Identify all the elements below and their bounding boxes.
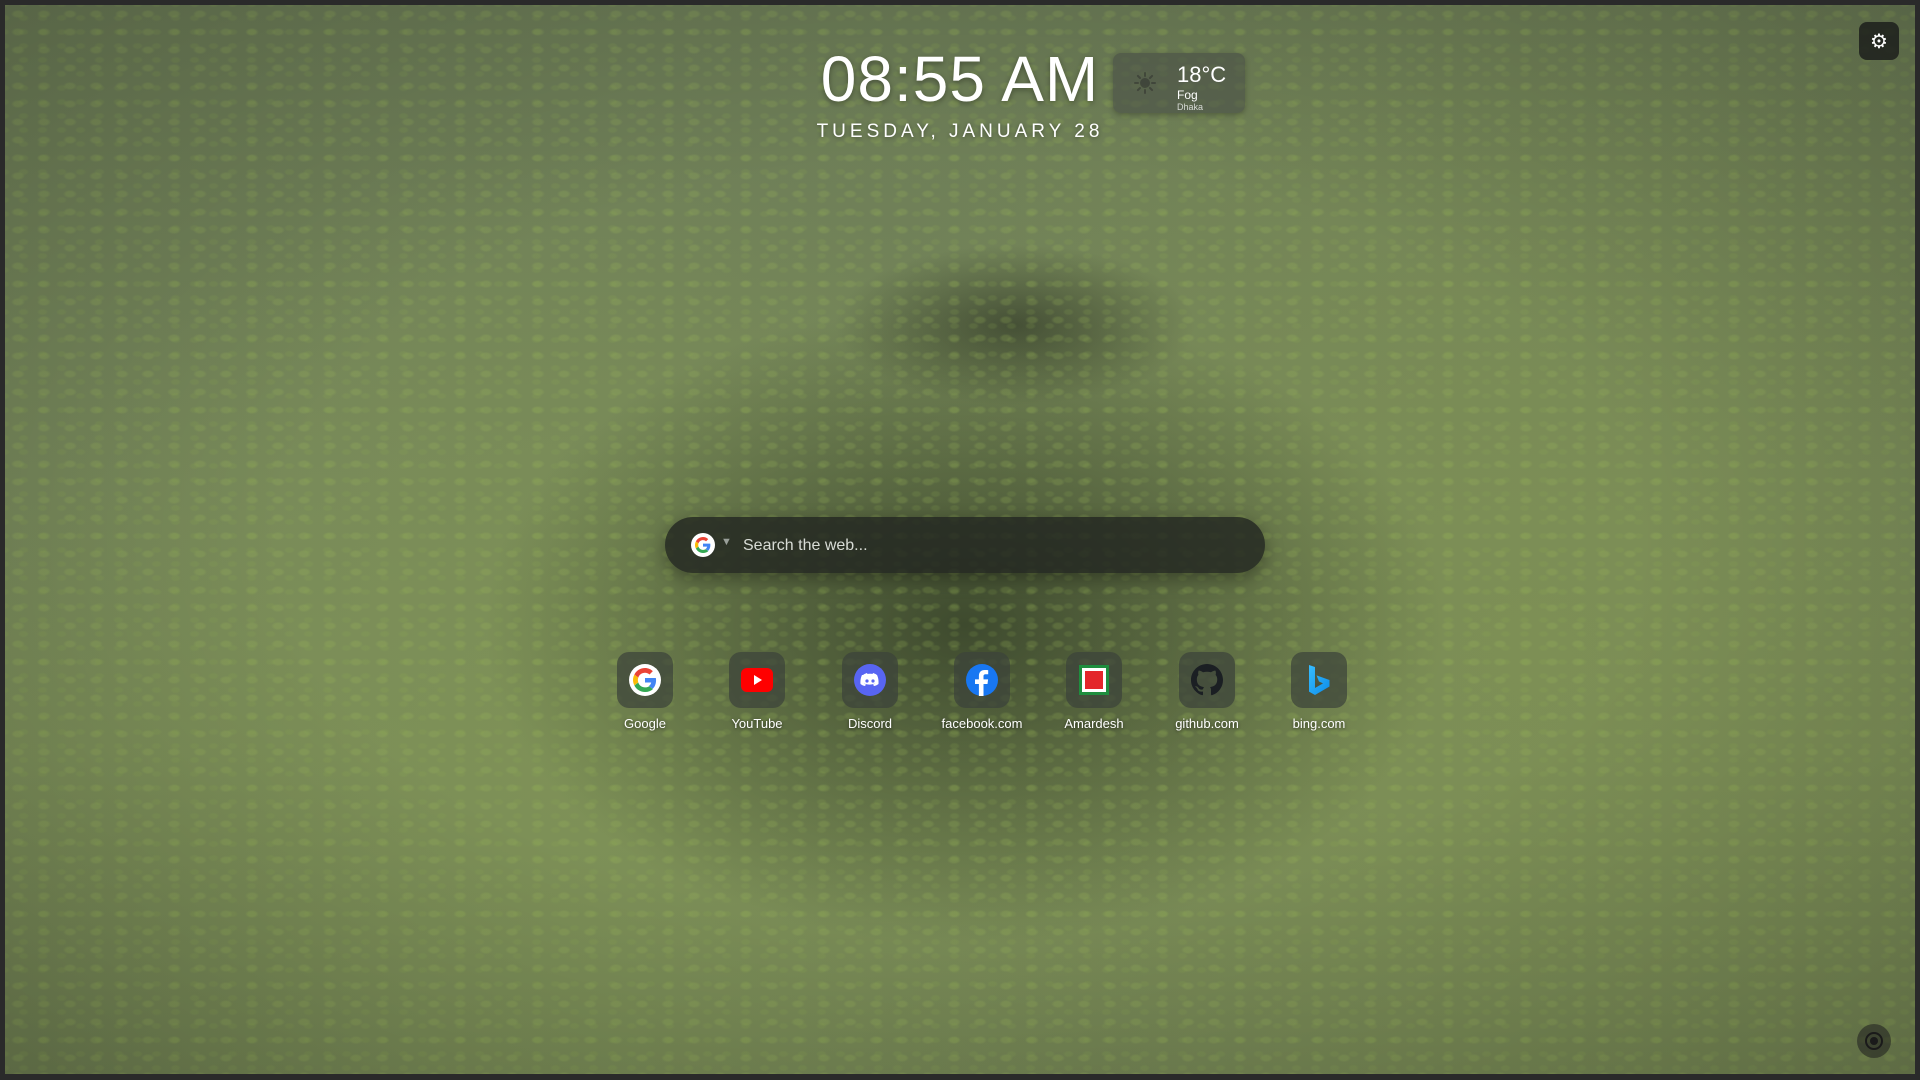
weather-temperature: 18°C [1177,62,1227,87]
weather-condition: Fog [1177,88,1198,102]
clock-widget: 08:55 AM TUESDAY, JANUARY 28 [815,41,1105,143]
search-bar: ▼ [665,517,1265,573]
new-tab-page: ⚙ 08:55 AM TUESDAY, JANUARY 28 18°C Fog … [5,5,1915,1074]
bing-icon [1309,665,1330,695]
amardesh-icon [1079,665,1109,695]
shortcut-tile[interactable] [842,652,898,708]
shortcut-bing[interactable]: bing.com [1269,652,1369,731]
weather-widget[interactable]: 18°C Fog Dhaka [1113,53,1245,113]
facebook-icon [966,664,998,696]
settings-button[interactable]: ⚙ [1859,22,1899,60]
shortcut-youtube[interactable]: YouTube [707,652,807,731]
shortcut-tile[interactable] [729,652,785,708]
shortcut-amardesh[interactable]: Amardesh [1044,652,1144,731]
shortcut-tile[interactable] [1291,652,1347,708]
gear-icon: ⚙ [1870,30,1888,53]
shortcut-github[interactable]: github.com [1157,652,1257,731]
shortcut-tile[interactable] [954,652,1010,708]
search-input[interactable] [741,531,1245,561]
shortcut-discord[interactable]: Discord [820,652,920,731]
corner-widget-button[interactable] [1857,1024,1891,1058]
chevron-down-icon[interactable]: ▼ [721,536,732,548]
shortcut-label: Amardesh [1064,716,1124,731]
clock-time: 08:55 AM [820,43,1100,115]
lens-icon [1865,1032,1883,1050]
shortcut-label: Discord [847,716,893,731]
shortcut-tile[interactable] [617,652,673,708]
shortcuts-grid: Google YouTube Discord facebook.com Amar… [595,652,1355,742]
weather-city: Dhaka [1177,102,1204,112]
shortcut-label: github.com [1175,716,1239,731]
shortcut-tile[interactable] [1179,652,1235,708]
shortcut-label: Google [624,716,666,731]
shortcut-facebook[interactable]: facebook.com [932,652,1032,731]
shortcut-label: YouTube [731,716,783,731]
google-icon[interactable] [691,533,715,557]
discord-icon [854,664,886,696]
shortcut-label: bing.com [1292,716,1346,731]
google-icon [629,664,661,696]
clock-date: TUESDAY, JANUARY 28 [816,121,1104,142]
shortcut-label: facebook.com [941,716,1023,731]
fog-icon [1133,71,1157,95]
github-icon [1191,664,1223,696]
shortcut-google[interactable]: Google [595,652,695,731]
shortcut-tile[interactable] [1066,652,1122,708]
youtube-icon [741,668,773,692]
